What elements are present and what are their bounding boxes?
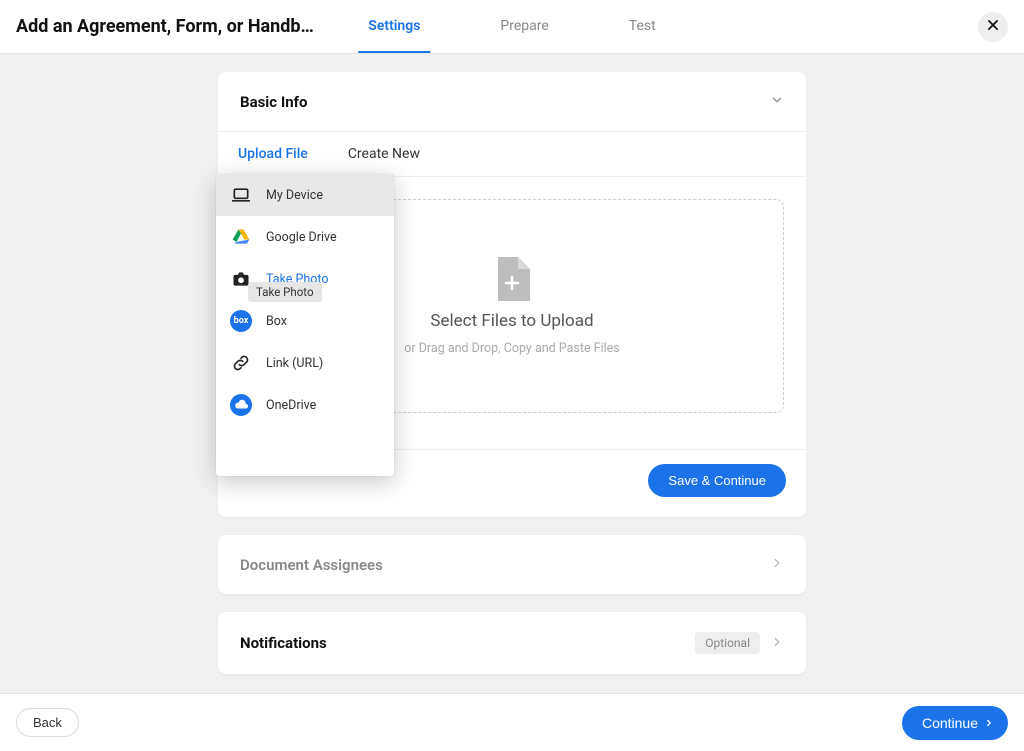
continue-label: Continue bbox=[922, 715, 978, 731]
laptop-icon bbox=[230, 184, 252, 206]
close-button[interactable] bbox=[978, 12, 1008, 42]
subtab-upload-file[interactable]: Upload File bbox=[228, 132, 318, 176]
tab-settings[interactable]: Settings bbox=[358, 0, 430, 53]
subtab-create-new[interactable]: Create New bbox=[338, 132, 430, 176]
link-icon bbox=[230, 352, 252, 374]
card-notifications: Notifications Optional bbox=[218, 612, 806, 674]
card-assignees-header[interactable]: Document Assignees bbox=[218, 535, 806, 594]
page-title: Add an Agreement, Form, or Handb… bbox=[16, 16, 314, 37]
optional-badge: Optional bbox=[695, 632, 760, 654]
content-area: Basic Info Upload File Create New Select… bbox=[0, 54, 1024, 693]
box-icon: box bbox=[230, 310, 252, 332]
chevron-right-icon bbox=[984, 715, 994, 731]
tab-test[interactable]: Test bbox=[619, 0, 666, 53]
chevron-down-icon bbox=[770, 92, 784, 111]
continue-button[interactable]: Continue bbox=[902, 706, 1008, 740]
page-footer: Back Continue bbox=[0, 693, 1024, 751]
close-icon bbox=[986, 17, 1000, 36]
header-tabs: Settings Prepare Test bbox=[358, 0, 665, 53]
source-link-url[interactable]: Link (URL) bbox=[216, 342, 394, 384]
source-item-label: Link (URL) bbox=[266, 356, 323, 371]
card-document-assignees: Document Assignees bbox=[218, 535, 806, 594]
file-add-icon bbox=[494, 257, 530, 301]
subtabs: Upload File Create New bbox=[218, 132, 806, 177]
google-drive-icon bbox=[230, 226, 252, 248]
source-box[interactable]: box Box bbox=[216, 300, 394, 342]
tooltip-take-photo: Take Photo bbox=[248, 282, 322, 302]
back-button[interactable]: Back bbox=[16, 708, 79, 737]
chevron-right-icon bbox=[770, 634, 784, 653]
source-item-label: Google Drive bbox=[266, 230, 337, 245]
source-item-label: Box bbox=[266, 314, 287, 329]
card-notifications-header[interactable]: Notifications Optional bbox=[218, 612, 806, 674]
page-header: Add an Agreement, Form, or Handb… Settin… bbox=[0, 0, 1024, 54]
upload-source-menu: My Device Google Drive Take Photo box Bo… bbox=[216, 174, 394, 476]
onedrive-icon bbox=[230, 394, 252, 416]
source-onedrive[interactable]: OneDrive bbox=[216, 384, 394, 426]
source-my-device[interactable]: My Device bbox=[216, 174, 394, 216]
card-basic-info-header[interactable]: Basic Info bbox=[218, 72, 806, 131]
tab-prepare[interactable]: Prepare bbox=[490, 0, 558, 53]
source-item-label: OneDrive bbox=[266, 398, 316, 413]
source-item-label: My Device bbox=[266, 188, 323, 203]
card-notifications-title: Notifications bbox=[240, 634, 327, 652]
chevron-right-icon bbox=[770, 555, 784, 574]
upload-subtitle: or Drag and Drop, Copy and Paste Files bbox=[404, 341, 620, 356]
upload-title: Select Files to Upload bbox=[430, 311, 593, 331]
source-google-drive[interactable]: Google Drive bbox=[216, 216, 394, 258]
card-basic-info-title: Basic Info bbox=[240, 93, 307, 111]
card-assignees-title: Document Assignees bbox=[240, 556, 383, 574]
save-continue-button[interactable]: Save & Continue bbox=[648, 464, 786, 497]
